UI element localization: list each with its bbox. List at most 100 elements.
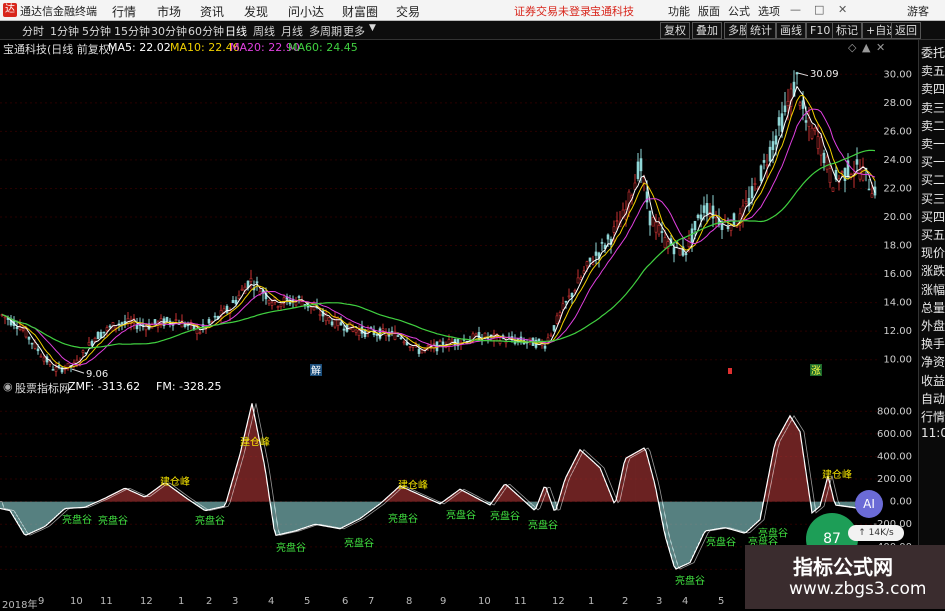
candle-body — [807, 117, 811, 127]
candle-body — [300, 301, 304, 307]
period-tab[interactable]: 60分钟 — [188, 23, 224, 39]
sidebar-item[interactable]: 收益 — [921, 372, 945, 389]
menu-wealth[interactable]: 财富圈 — [342, 3, 378, 20]
back-button[interactable]: 返回 — [891, 22, 921, 39]
valley-label: 亮盘谷 — [276, 541, 306, 554]
stats-button[interactable]: 统计 — [746, 22, 776, 39]
sidebar-item[interactable]: 卖一 — [921, 135, 945, 152]
candle-body — [213, 315, 217, 318]
sidebar-item[interactable]: 涨幅 — [921, 281, 945, 298]
y-tick-label: 16.00 — [883, 269, 912, 280]
period-tab[interactable]: 1分钟 — [50, 23, 79, 39]
sidebar-item[interactable]: 现价 — [921, 244, 945, 261]
sidebar-item[interactable]: 涨跌 — [921, 262, 945, 279]
menu-discover[interactable]: 发现 — [244, 3, 268, 20]
menu-news[interactable]: 资讯 — [200, 3, 224, 20]
candle-body — [804, 120, 808, 123]
candle-body — [27, 336, 31, 340]
candle-body — [135, 324, 139, 330]
sidebar-item[interactable]: 买二 — [921, 171, 945, 188]
x-tick-label: 9 — [38, 596, 45, 607]
formula-button[interactable]: 公式 — [728, 3, 750, 19]
candle-body — [342, 328, 346, 331]
period-tab[interactable]: 多周期 — [309, 23, 342, 39]
restore-icon[interactable]: □ — [814, 3, 824, 16]
sidebar-item[interactable]: 外盘 — [921, 317, 945, 334]
layout-button[interactable]: 版面 — [698, 3, 720, 19]
draw-button[interactable]: 画线 — [776, 22, 806, 39]
period-tab-active[interactable]: 日线 — [225, 23, 247, 39]
candle-body — [801, 100, 805, 109]
y-tick-label: 30.00 — [883, 69, 912, 80]
candle-body — [552, 325, 556, 331]
sidebar-item[interactable]: 11:0 — [921, 426, 945, 440]
settings-icon[interactable]: ◇ — [848, 41, 856, 54]
candle-body — [588, 257, 592, 262]
candle-body — [561, 303, 565, 310]
f10-button[interactable]: F10 — [806, 22, 835, 39]
sidebar-item[interactable]: 自动 — [921, 390, 945, 407]
period-tab[interactable]: 分时 — [22, 23, 44, 39]
mark-button[interactable]: 标记 — [832, 22, 862, 39]
menu-trade[interactable]: 交易 — [396, 3, 420, 20]
candle-body — [90, 340, 94, 346]
sidebar-item[interactable]: 卖五 — [921, 62, 945, 79]
period-tab[interactable]: 15分钟 — [114, 23, 150, 39]
more-periods[interactable]: 更多 — [343, 23, 365, 39]
sidebar-item[interactable]: 买五 — [921, 226, 945, 243]
candle-body — [696, 214, 700, 219]
sidebar-item[interactable]: 行情 — [921, 408, 945, 425]
menu-assistant[interactable]: 问小达 — [288, 3, 324, 20]
candle-body — [438, 340, 442, 343]
candle-body — [99, 331, 103, 338]
y-tick-label: 26.00 — [883, 126, 912, 137]
minimize-icon[interactable]: — — [790, 3, 801, 16]
watermark-url: www.zbgs3.com — [789, 579, 927, 599]
login-warning[interactable]: 证券交易未登录 — [514, 3, 591, 19]
sidebar-item[interactable]: 卖二 — [921, 117, 945, 134]
x-tick-label: 11 — [514, 596, 527, 607]
candle-body — [783, 105, 787, 113]
candlestick-chart[interactable]: 30.00 28.00 26.00 24.00 22.00 20.00 18.00 16.00… — [0, 56, 918, 378]
sidebar-item[interactable]: 总量 — [921, 299, 945, 316]
period-tab[interactable]: 30分钟 — [151, 23, 187, 39]
sidebar-item[interactable]: 净资 — [921, 353, 945, 370]
sidebar-item[interactable]: 卖四 — [921, 80, 945, 97]
low-price-label: 9.06 — [86, 369, 108, 378]
y-tick-label: 14.00 — [883, 298, 912, 309]
menu-market[interactable]: 市场 — [157, 3, 181, 20]
candle-body — [255, 281, 259, 284]
candle-body — [579, 277, 583, 280]
sidebar-item[interactable]: 换手 — [921, 335, 945, 352]
candle-body — [855, 159, 859, 165]
period-tab[interactable]: 5分钟 — [82, 23, 111, 39]
sidebar-item[interactable]: 买四 — [921, 208, 945, 225]
sidebar-item[interactable]: 买一 — [921, 153, 945, 170]
adjust-button[interactable]: 复权 — [660, 22, 690, 39]
period-toolbar: 分时 1分钟 5分钟 15分钟 30分钟 60分钟 日线 周线 月线 多周期 更… — [0, 21, 945, 40]
valley-label: 亮盘谷 — [388, 512, 418, 525]
func-button[interactable]: 功能 — [668, 3, 690, 19]
candle-body — [267, 299, 271, 304]
sidebar-item[interactable]: 委托 — [921, 44, 945, 61]
sidebar-item[interactable]: 卖三 — [921, 99, 945, 116]
period-tab[interactable]: 月线 — [281, 23, 303, 39]
candle-body — [729, 224, 733, 231]
collapse-icon[interactable]: ▲ — [862, 41, 870, 54]
candle-body — [687, 238, 691, 248]
menu-quotes[interactable]: 行情 — [112, 3, 136, 20]
period-tab[interactable]: 周线 — [253, 23, 275, 39]
candle-body — [81, 350, 85, 353]
overlay-button[interactable]: 叠加 — [692, 22, 722, 39]
chevron-down-icon[interactable]: ▼ — [369, 23, 376, 33]
guest-label[interactable]: 游客 — [907, 3, 929, 19]
close-icon[interactable]: ✕ — [876, 41, 885, 54]
candle-body — [240, 288, 244, 291]
candle-body — [336, 317, 340, 326]
close-icon[interactable]: ✕ — [838, 3, 847, 16]
ai-button[interactable]: AI — [855, 490, 883, 518]
candle-body — [420, 350, 424, 354]
options-button[interactable]: 选项 — [758, 3, 780, 19]
sidebar-item[interactable]: 买三 — [921, 190, 945, 207]
candle-body — [810, 127, 814, 139]
